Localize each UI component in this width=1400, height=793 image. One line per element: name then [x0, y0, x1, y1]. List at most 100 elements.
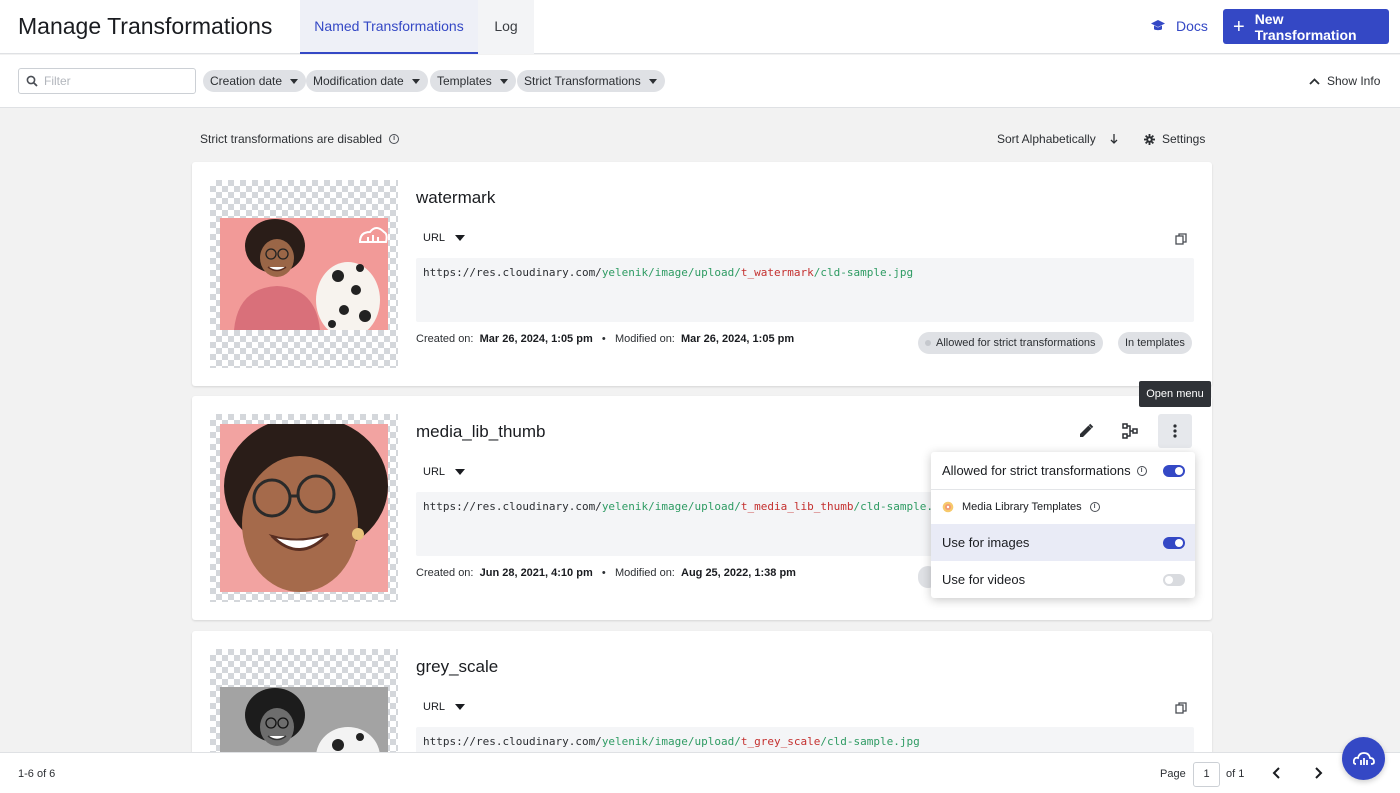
transformation-builder-button[interactable]: [1113, 414, 1147, 448]
portrait-illustration: [220, 424, 388, 592]
menu-item-strict[interactable]: Allowed for strict transformations i: [931, 452, 1195, 490]
created-date: Jun 28, 2021, 4:10 pm: [479, 567, 593, 579]
gear-icon: [1144, 133, 1155, 145]
page-label: Page: [1160, 768, 1186, 780]
caret-down-icon: [455, 469, 466, 475]
menu-section-label: Media Library Templates: [962, 501, 1082, 513]
chip-label: Creation date: [210, 74, 283, 88]
templates-filter[interactable]: Templates: [430, 70, 516, 92]
chip-label: Modification date: [313, 74, 404, 88]
chevron-left-icon: [1272, 767, 1280, 779]
badge-label: Allowed for strict transformations: [936, 337, 1096, 349]
more-options-button[interactable]: [1158, 414, 1192, 448]
menu-videos-label: Use for videos: [942, 572, 1026, 587]
page-number-input[interactable]: 1: [1193, 762, 1220, 787]
info-icon[interactable]: i: [1136, 465, 1147, 476]
docs-link[interactable]: Docs: [1150, 18, 1208, 34]
modified-label: Modified on:: [614, 567, 675, 579]
date-separator: •: [601, 567, 606, 579]
use-videos-toggle[interactable]: [1163, 573, 1185, 586]
cloudinary-assistant-button[interactable]: [1342, 737, 1385, 780]
arrow-down-icon: [1110, 134, 1118, 144]
settings-button[interactable]: Settings: [1144, 132, 1205, 146]
url-preview[interactable]: https://res.cloudinary.com/yelenik/image…: [416, 258, 1194, 322]
transformation-thumbnail[interactable]: [210, 414, 398, 602]
in-templates-badge: In templates: [1118, 332, 1192, 354]
url-type-label: URL: [423, 232, 446, 244]
transformation-card: grey_scale URL https://res.cloudinary.co…: [192, 631, 1212, 771]
caret-down-icon: [499, 78, 508, 84]
filter-input[interactable]: Filter: [18, 68, 196, 94]
sample-image: [220, 424, 388, 592]
filter-bar: Filter Creation date Modification date T…: [0, 55, 1400, 108]
chevron-up-icon: [1309, 77, 1320, 85]
menu-item-use-images[interactable]: Use for images: [931, 524, 1195, 561]
url-type-select[interactable]: URL: [423, 701, 466, 713]
info-icon[interactable]: i: [389, 134, 400, 144]
card-options-menu: Allowed for strict transformations i Med…: [931, 452, 1195, 598]
modified-label: Modified on:: [614, 333, 675, 345]
transformation-thumbnail[interactable]: [210, 649, 398, 769]
caret-down-icon: [411, 78, 420, 84]
new-transformation-button[interactable]: + New Transformation: [1223, 9, 1389, 44]
url-transformation: t_media_lib_thumb: [740, 500, 854, 513]
page-title: Manage Transformations: [18, 13, 273, 39]
chevron-right-icon: [1315, 767, 1323, 779]
media-library-icon: [942, 501, 954, 513]
prev-page-button[interactable]: [1267, 764, 1285, 782]
transformation-name[interactable]: watermark: [416, 188, 495, 208]
transformation-name[interactable]: grey_scale: [416, 657, 498, 677]
card-dates: Created on: Mar 26, 2024, 1:05 pm • Modi…: [416, 333, 794, 345]
next-page-button[interactable]: [1310, 764, 1328, 782]
menu-item-use-videos[interactable]: Use for videos: [931, 561, 1195, 598]
use-images-toggle[interactable]: [1163, 536, 1185, 549]
strict-transformations-filter[interactable]: Strict Transformations: [517, 70, 665, 92]
chip-label: Templates: [437, 74, 492, 88]
caret-down-icon: [455, 704, 466, 710]
creation-date-filter[interactable]: Creation date: [203, 70, 307, 92]
badge-label: In templates: [1125, 337, 1185, 349]
show-info-label: Show Info: [1327, 74, 1381, 88]
search-icon: [26, 75, 38, 87]
url-path: yelenik/image/upload/: [601, 735, 741, 748]
docs-label: Docs: [1176, 18, 1208, 34]
open-menu-tooltip: Open menu: [1139, 381, 1211, 407]
url-slash: /: [820, 735, 827, 748]
modification-date-filter[interactable]: Modification date: [306, 70, 428, 92]
url-path: yelenik/image/upload/: [601, 266, 741, 279]
tab-log[interactable]: Log: [478, 0, 534, 54]
portrait-illustration: [220, 218, 388, 330]
copy-icon[interactable]: [1175, 233, 1187, 245]
caret-down-icon: [455, 235, 466, 241]
transformation-name[interactable]: media_lib_thumb: [416, 422, 545, 442]
result-count: 1-6 of 6: [18, 768, 56, 780]
sample-image: [220, 218, 388, 330]
created-label: Created on:: [416, 333, 474, 345]
top-header: Manage Transformations Named Transformat…: [0, 0, 1400, 54]
strict-allowed-badge: Allowed for strict transformations: [918, 332, 1103, 354]
edit-button[interactable]: [1069, 414, 1103, 448]
info-icon[interactable]: i: [1089, 502, 1100, 512]
url-file: cld-sample.jpg: [820, 266, 914, 279]
url-transformation: t_grey_scale: [740, 735, 821, 748]
strict-note-text: Strict transformations are disabled: [200, 132, 383, 146]
url-transformation: t_watermark: [740, 266, 814, 279]
plus-icon: +: [1233, 15, 1245, 38]
url-base: https://res.cloudinary.com/: [423, 500, 602, 513]
url-type-label: URL: [423, 701, 446, 713]
show-info-toggle[interactable]: Show Info: [1309, 74, 1380, 88]
tab-named-transformations[interactable]: Named Transformations: [300, 0, 478, 54]
url-type-select[interactable]: URL: [423, 232, 466, 244]
nodes-icon: [1122, 423, 1138, 439]
cloud-icon: [1352, 751, 1375, 765]
sort-control[interactable]: Sort Alphabetically: [997, 132, 1118, 146]
filter-placeholder: Filter: [44, 74, 71, 88]
strict-toggle[interactable]: [1163, 464, 1185, 477]
status-dot: [925, 340, 931, 346]
created-date: Mar 26, 2024, 1:05 pm: [479, 333, 593, 345]
url-type-select[interactable]: URL: [423, 466, 466, 478]
transformation-thumbnail[interactable]: [210, 180, 398, 368]
menu-images-label: Use for images: [942, 535, 1030, 550]
menu-strict-label: Allowed for strict transformations: [942, 463, 1131, 478]
copy-icon[interactable]: [1175, 702, 1187, 714]
